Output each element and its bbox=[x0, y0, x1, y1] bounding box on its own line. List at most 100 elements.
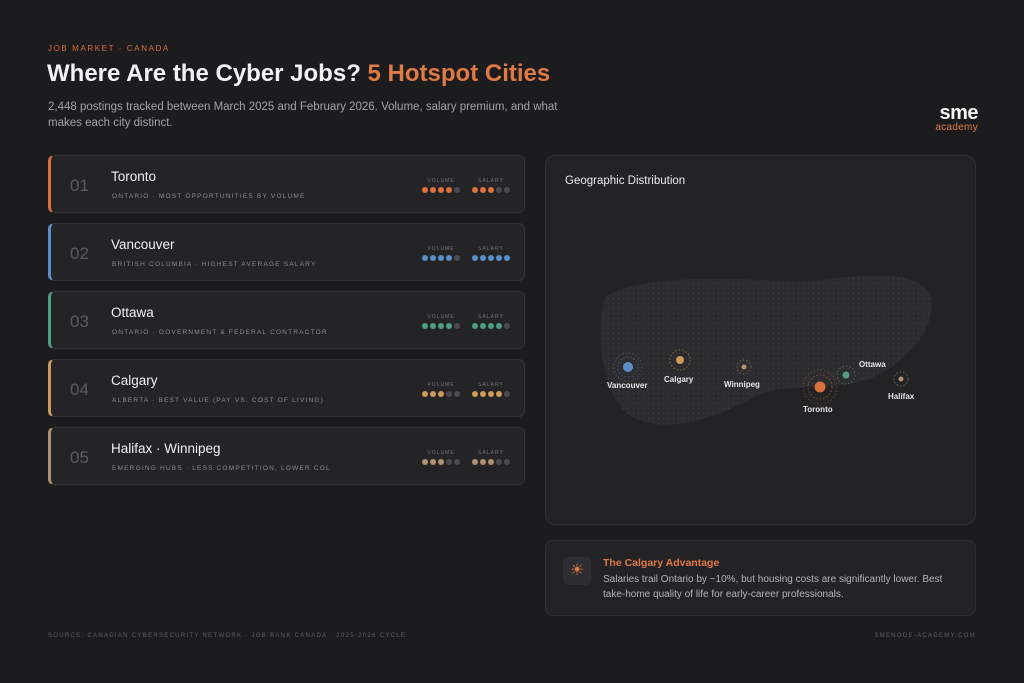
eyebrow-label: Job Market · Canada bbox=[48, 44, 170, 53]
rating-dot-filled bbox=[430, 187, 436, 193]
salary-label: Salary bbox=[478, 450, 504, 456]
city-card-ottawa[interactable]: 03 Ottawa Ontario · Government & federal… bbox=[48, 291, 525, 349]
map-label-toronto: Toronto bbox=[803, 405, 833, 414]
salary-dots bbox=[471, 255, 511, 261]
rating-dot-empty bbox=[504, 391, 510, 397]
city-card-toronto[interactable]: 01 Toronto Ontario · Most opportunities … bbox=[48, 155, 525, 213]
rating-dot-empty bbox=[454, 391, 460, 397]
volume-label: Volume bbox=[427, 314, 455, 320]
rating-dot-empty bbox=[496, 187, 502, 193]
rating-dot-filled bbox=[438, 391, 444, 397]
city-rank: 02 bbox=[70, 244, 89, 263]
volume-dots bbox=[421, 323, 461, 329]
rating-dot-filled bbox=[438, 255, 444, 261]
city-description: Alberta · Best value (pay vs. cost of li… bbox=[112, 397, 324, 404]
city-name: Ottawa bbox=[111, 305, 154, 320]
rating-dot-filled bbox=[472, 459, 478, 465]
rating-dot-filled bbox=[480, 459, 486, 465]
rating-dot-filled bbox=[422, 391, 428, 397]
canada-landmass-texture bbox=[600, 275, 932, 425]
salary-label: Salary bbox=[478, 382, 504, 388]
volume-meter: Volume bbox=[421, 178, 461, 193]
city-description: British Columbia · Highest average salar… bbox=[112, 261, 317, 268]
map-label-vancouver: Vancouver bbox=[607, 381, 648, 390]
rating-dot-filled bbox=[504, 255, 510, 261]
rating-dot-filled bbox=[472, 255, 478, 261]
volume-dots bbox=[421, 459, 461, 465]
rating-dot-filled bbox=[480, 255, 486, 261]
callout-body: Salaries trail Ontario by ~10%, but hous… bbox=[603, 574, 943, 600]
map-label-ottawa: Ottawa bbox=[859, 360, 886, 369]
calgary-advantage-callout: ☀ The Calgary Advantage Salaries trail O… bbox=[545, 540, 976, 616]
rating-dot-filled bbox=[430, 323, 436, 329]
rating-dot-filled bbox=[438, 459, 444, 465]
city-rank: 04 bbox=[70, 380, 89, 399]
site-link[interactable]: smenode-academy.com bbox=[874, 633, 976, 639]
city-card-calgary[interactable]: 04 Calgary Alberta · Best value (pay vs.… bbox=[48, 359, 525, 417]
salary-meter: Salary bbox=[471, 382, 511, 397]
rating-dot-filled bbox=[422, 323, 428, 329]
salary-dots bbox=[471, 187, 511, 193]
city-description: Ontario · Government & federal contracto… bbox=[112, 329, 328, 336]
page-title: Where Are the Cyber Jobs? 5 Hotspot Citi… bbox=[47, 60, 550, 88]
rating-dot-filled bbox=[438, 323, 444, 329]
salary-meter: Salary bbox=[471, 178, 511, 193]
rating-dot-filled bbox=[480, 391, 486, 397]
salary-dots bbox=[471, 323, 511, 329]
volume-label: Volume bbox=[427, 178, 455, 184]
rating-dot-empty bbox=[504, 187, 510, 193]
rating-dot-filled bbox=[430, 459, 436, 465]
city-name: Vancouver bbox=[111, 237, 175, 252]
rating-dot-empty bbox=[454, 255, 460, 261]
title-main: Where Are the Cyber Jobs? bbox=[47, 60, 361, 87]
volume-meter: Volume bbox=[421, 314, 461, 329]
rating-dot-filled bbox=[488, 187, 494, 193]
city-card-vancouver[interactable]: 02 Vancouver British Columbia · Highest … bbox=[48, 223, 525, 281]
salary-label: Salary bbox=[478, 314, 504, 320]
city-name: Calgary bbox=[111, 373, 158, 388]
city-card-halifax-winnipeg[interactable]: 05 Halifax · Winnipeg Emerging hubs · Le… bbox=[48, 427, 525, 485]
rating-dot-filled bbox=[472, 391, 478, 397]
volume-meter: Volume bbox=[421, 450, 461, 465]
rating-dot-filled bbox=[446, 255, 452, 261]
rating-dot-filled bbox=[480, 187, 486, 193]
volume-dots bbox=[421, 255, 461, 261]
rating-dot-empty bbox=[496, 459, 502, 465]
rating-dot-empty bbox=[454, 187, 460, 193]
salary-dots bbox=[471, 459, 511, 465]
city-card-list: 01 Toronto Ontario · Most opportunities … bbox=[48, 155, 525, 495]
rating-dot-empty bbox=[446, 391, 452, 397]
rating-dot-filled bbox=[488, 391, 494, 397]
salary-meter: Salary bbox=[471, 450, 511, 465]
volume-dots bbox=[421, 187, 461, 193]
volume-meter: Volume bbox=[421, 382, 461, 397]
salary-dots bbox=[471, 391, 511, 397]
rating-dot-filled bbox=[472, 323, 478, 329]
lightbulb-icon: ☀ bbox=[563, 557, 591, 585]
page-subtitle: 2,448 postings tracked between March 202… bbox=[48, 101, 558, 129]
halifax-marker[interactable] bbox=[893, 371, 909, 387]
source-note: Source: Canadian Cybersecurity Network ·… bbox=[48, 633, 407, 639]
rating-dot-filled bbox=[446, 323, 452, 329]
logo-subword: academy bbox=[935, 122, 978, 133]
volume-label: Volume bbox=[427, 382, 455, 388]
rating-dot-filled bbox=[472, 187, 478, 193]
rating-dot-filled bbox=[438, 187, 444, 193]
sme-academy-logo: sme academy bbox=[906, 103, 978, 134]
volume-meter: Volume bbox=[421, 246, 461, 261]
rating-dot-filled bbox=[488, 255, 494, 261]
salary-meter: Salary bbox=[471, 314, 511, 329]
rating-dot-empty bbox=[504, 459, 510, 465]
rating-dot-filled bbox=[422, 187, 428, 193]
city-rank: 01 bbox=[70, 176, 89, 195]
volume-label: Volume bbox=[427, 450, 455, 456]
city-name: Toronto bbox=[111, 169, 157, 184]
city-description: Emerging hubs · Less competition, lower … bbox=[112, 465, 331, 472]
title-accent: 5 Hotspot Cities bbox=[367, 60, 551, 87]
canada-map bbox=[600, 275, 932, 425]
salary-meter: Salary bbox=[471, 246, 511, 261]
rating-dot-empty bbox=[454, 459, 460, 465]
city-rank: 03 bbox=[70, 312, 89, 331]
map-label-winnipeg: Winnipeg bbox=[724, 380, 760, 389]
rating-dot-filled bbox=[430, 391, 436, 397]
